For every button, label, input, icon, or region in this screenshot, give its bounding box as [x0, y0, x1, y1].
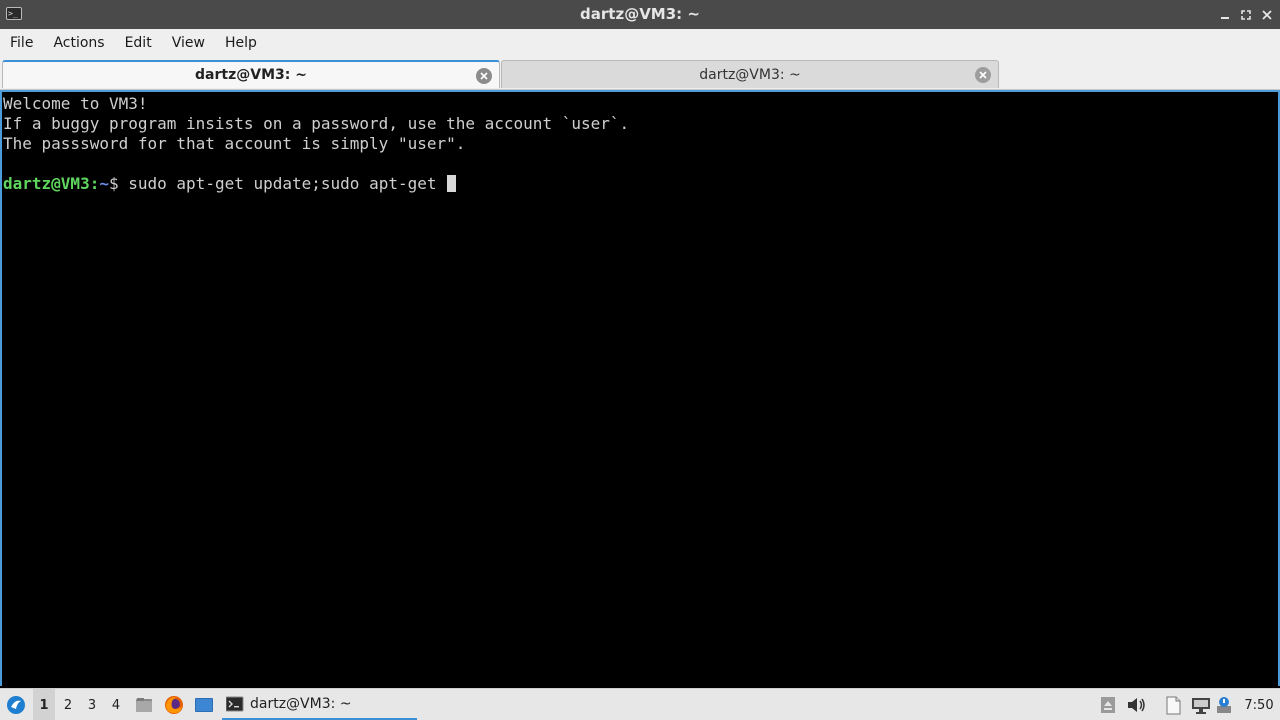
- tab-bar: dartz@VM3: ~ dartz@VM3: ~: [0, 57, 1280, 90]
- firefox-launcher[interactable]: [162, 689, 186, 720]
- workspace-1[interactable]: 1: [33, 689, 55, 720]
- prompt-line[interactable]: dartz@VM3:~$ sudo apt-get update;sudo ap…: [3, 174, 1278, 194]
- file-manager-launcher[interactable]: [132, 689, 156, 720]
- clipboard-button[interactable]: [1162, 689, 1184, 720]
- workspace-4[interactable]: 4: [105, 689, 127, 720]
- prompt-path: ~: [99, 174, 109, 193]
- network-button[interactable]: [1189, 689, 1213, 720]
- maximize-icon: [1241, 9, 1251, 20]
- show-desktop-icon: [195, 698, 213, 712]
- terminal-line: The passsword for that account is simply…: [3, 134, 466, 153]
- clock[interactable]: 7:50: [1240, 689, 1278, 720]
- volume-button[interactable]: [1125, 689, 1149, 720]
- menu-view[interactable]: View: [162, 29, 215, 57]
- window-titlebar[interactable]: >_ dartz@VM3: ~: [0, 0, 1280, 29]
- lubuntu-menu-icon: [7, 696, 25, 714]
- prompt-user-host: dartz@VM3: [3, 174, 90, 193]
- network-icon: [1192, 698, 1210, 714]
- minimize-icon: [1221, 16, 1229, 19]
- tray-expand-button[interactable]: [1097, 689, 1119, 720]
- show-desktop-launcher[interactable]: [192, 689, 216, 720]
- menu-help[interactable]: Help: [215, 29, 267, 57]
- start-menu-button[interactable]: [4, 689, 28, 720]
- terminal-icon: [226, 696, 244, 711]
- file-manager-icon: [136, 698, 152, 712]
- close-icon: [480, 72, 488, 80]
- close-icon: [979, 71, 987, 79]
- menu-actions[interactable]: Actions: [43, 29, 114, 57]
- maximize-button[interactable]: [1235, 0, 1257, 29]
- command-input[interactable]: sudo apt-get update;sudo apt-get: [128, 174, 446, 193]
- menu-bar: File Actions Edit View Help: [0, 29, 1280, 57]
- volume-icon: [1128, 698, 1145, 712]
- taskbar-window-label: dartz@VM3: ~: [250, 695, 352, 712]
- text-cursor: [447, 175, 457, 192]
- clipboard-icon: [1166, 696, 1181, 715]
- tab-label: dartz@VM3: ~: [699, 66, 801, 83]
- tab-2[interactable]: dartz@VM3: ~: [501, 60, 999, 88]
- prompt-symbol: $: [108, 174, 129, 193]
- eject-icon: [1101, 697, 1115, 713]
- update-notifier-button[interactable]: [1214, 689, 1234, 720]
- tab-close-button[interactable]: [975, 67, 991, 83]
- prompt-separator: :: [89, 174, 100, 193]
- terminal-line: Welcome to VM3!: [3, 94, 148, 113]
- taskbar-window-button[interactable]: dartz@VM3: ~: [222, 689, 417, 720]
- window-title: dartz@VM3: ~: [580, 5, 700, 23]
- terminal-area[interactable]: Welcome to VM3! If a buggy program insis…: [0, 90, 1280, 686]
- tab-label: dartz@VM3: ~: [195, 67, 307, 83]
- menu-edit[interactable]: Edit: [115, 29, 162, 57]
- close-icon: [1262, 9, 1272, 20]
- close-button[interactable]: [1256, 0, 1278, 29]
- tab-close-button[interactable]: [476, 68, 492, 84]
- menu-file[interactable]: File: [0, 29, 43, 57]
- tab-1[interactable]: dartz@VM3: ~: [2, 60, 500, 88]
- workspace-3[interactable]: 3: [81, 689, 103, 720]
- minimize-button[interactable]: [1214, 0, 1236, 29]
- firefox-icon: [165, 696, 183, 714]
- workspace-2[interactable]: 2: [57, 689, 79, 720]
- taskbar: 1 2 3 4 dartz@VM3: ~ 7:50: [0, 688, 1280, 720]
- terminal-line: If a buggy program insists on a password…: [3, 114, 630, 133]
- info-icon: [1217, 697, 1231, 713]
